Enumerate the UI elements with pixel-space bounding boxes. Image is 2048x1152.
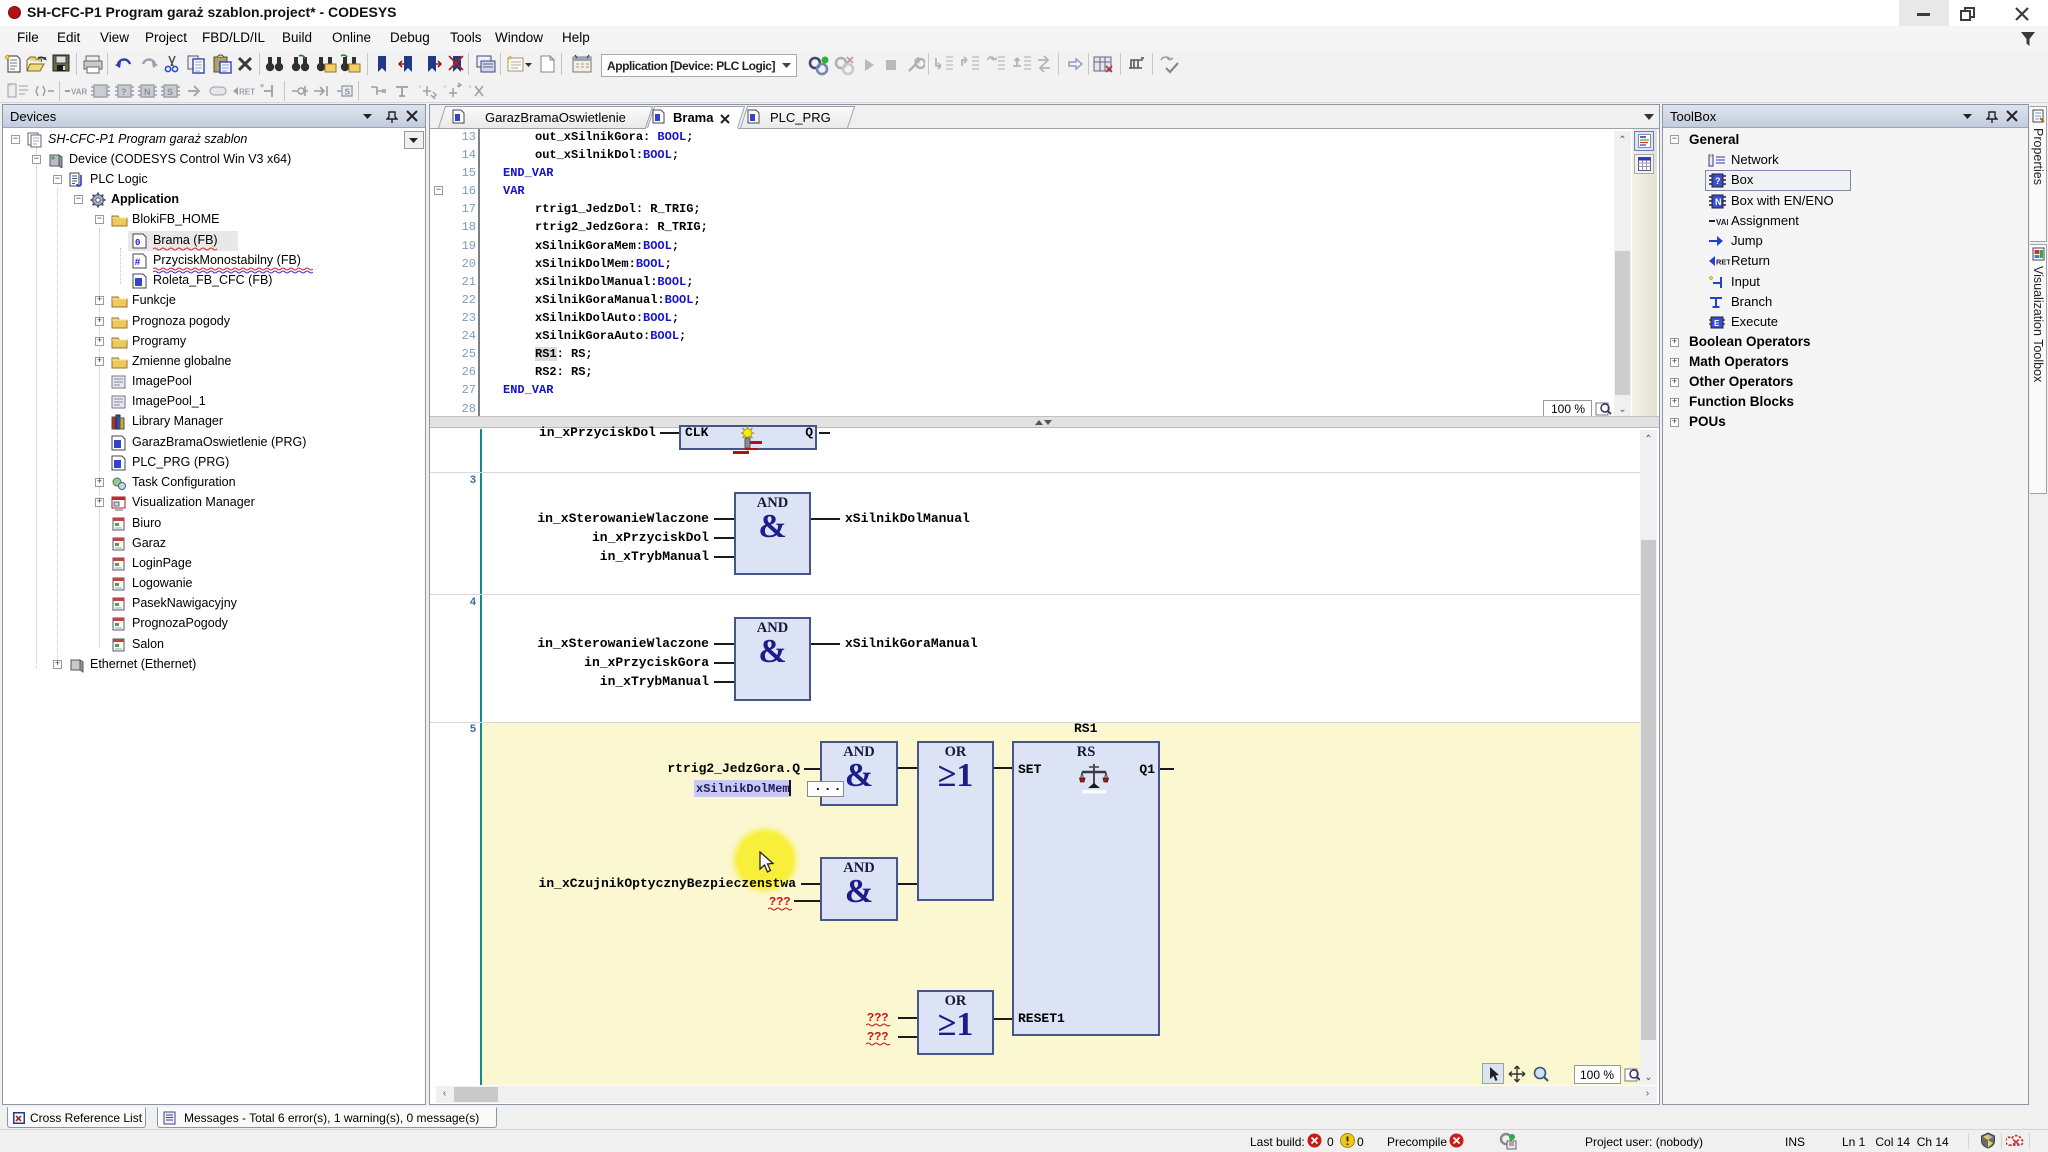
svg-text:RET: RET: [1716, 258, 1730, 267]
svg-text:VAR: VAR: [71, 88, 88, 97]
svg-text:0: 0: [135, 238, 140, 248]
svg-text:S: S: [345, 87, 351, 97]
svg-text:N: N: [144, 87, 151, 97]
svg-text:E: E: [1714, 319, 1720, 328]
svg-text:N: N: [1715, 197, 1722, 207]
svg-text:VAR: VAR: [1716, 218, 1728, 227]
svg-text:RET: RET: [239, 88, 255, 97]
svg-text:?: ?: [1715, 176, 1721, 186]
svg-text:S: S: [167, 87, 173, 97]
svg-text:#: #: [135, 258, 141, 269]
svg-text:?: ?: [121, 87, 127, 97]
